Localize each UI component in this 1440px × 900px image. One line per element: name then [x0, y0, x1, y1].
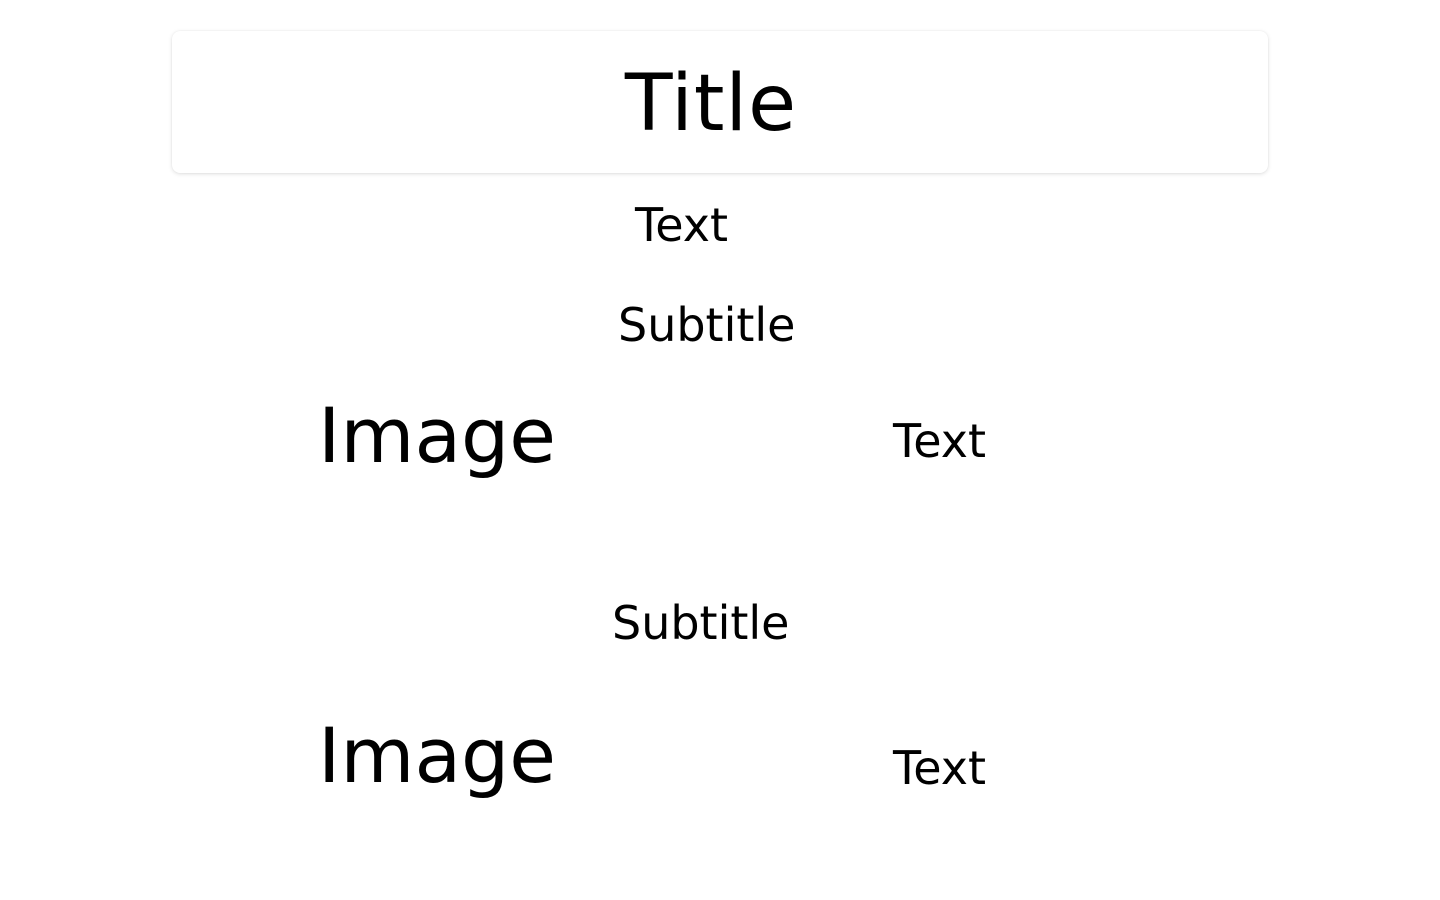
section-text: Text: [893, 741, 987, 795]
title-card: Title: [172, 31, 1268, 173]
section-text: Text: [893, 414, 987, 468]
image-placeholder: Image: [318, 391, 557, 480]
intro-text: Text: [635, 198, 729, 252]
section-subtitle: Subtitle: [618, 298, 796, 352]
page: Title Text Subtitle Image Text Subtitle …: [0, 0, 1440, 900]
image-placeholder: Image: [318, 711, 557, 800]
section-subtitle: Subtitle: [612, 596, 790, 650]
page-title: Title: [624, 59, 798, 149]
